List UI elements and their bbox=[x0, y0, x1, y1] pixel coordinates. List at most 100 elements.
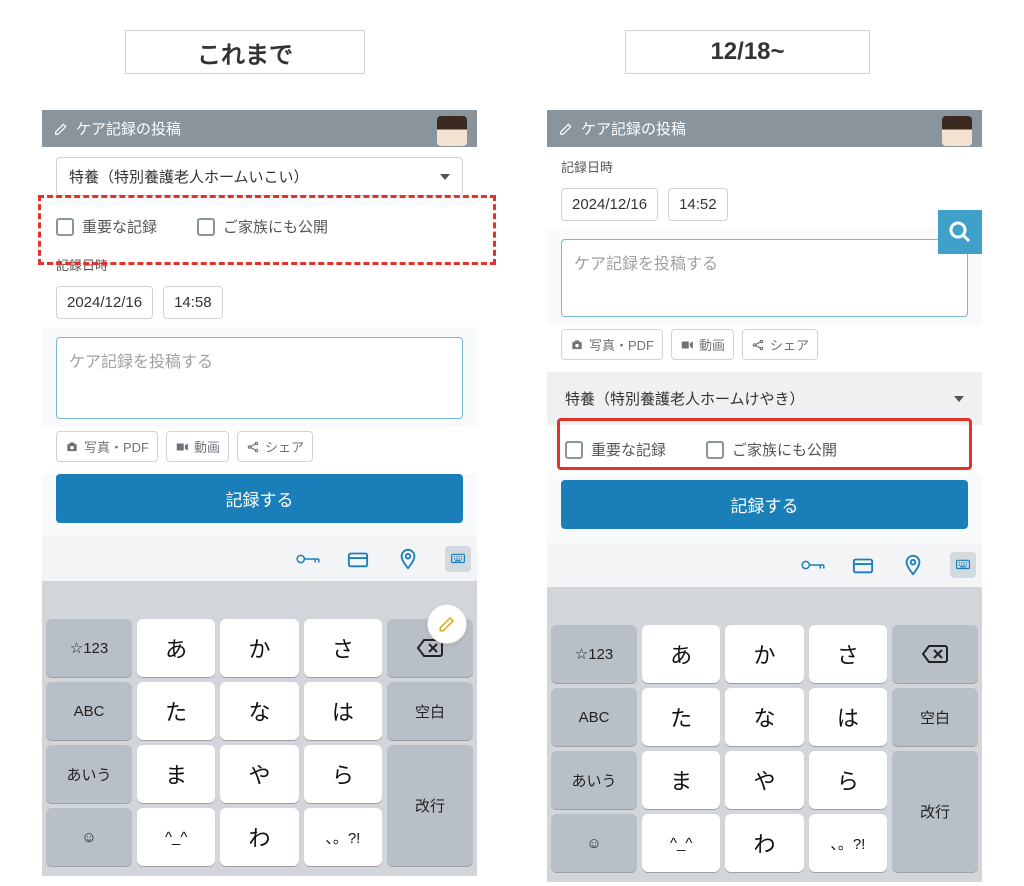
date-field[interactable]: 2024/12/16 bbox=[561, 188, 658, 221]
key[interactable]: ら bbox=[304, 745, 382, 803]
key[interactable]: は bbox=[304, 682, 382, 740]
key[interactable]: な bbox=[725, 688, 803, 746]
key-mode123[interactable]: ☆123 bbox=[46, 619, 132, 677]
time-field[interactable]: 14:58 bbox=[163, 286, 223, 319]
key[interactable]: さ bbox=[304, 619, 382, 677]
keyboard-icon[interactable] bbox=[950, 552, 976, 578]
checkbox-icon bbox=[565, 441, 583, 459]
share-icon bbox=[751, 338, 765, 352]
datetime-row: 記録日時 2024/12/16 14:52 bbox=[547, 147, 982, 229]
attach-video-button[interactable]: 動画 bbox=[671, 329, 734, 360]
phone-after: ケア記録の投稿 記録日時 2024/12/16 14:52 ケア記録を投稿する … bbox=[547, 110, 982, 882]
location-icon[interactable] bbox=[395, 546, 421, 572]
card-icon[interactable] bbox=[345, 546, 371, 572]
textarea-placeholder: ケア記録を投稿する bbox=[574, 256, 718, 273]
attach-video-label: 動画 bbox=[194, 437, 220, 456]
attach-share-label: シェア bbox=[770, 335, 809, 354]
camera-icon bbox=[570, 338, 584, 352]
key[interactable]: わ bbox=[725, 814, 803, 872]
header-title: ケア記録の投稿 bbox=[76, 118, 181, 139]
header-title: ケア記録の投稿 bbox=[581, 118, 686, 139]
soft-keyboard: ☆123 あ か さ ABC た な は 空白 あいう ま や ら 改行 ☺ ^… bbox=[42, 581, 477, 876]
attach-photo-button[interactable]: 写真・PDF bbox=[561, 329, 663, 360]
key[interactable]: や bbox=[220, 745, 298, 803]
submit-button[interactable]: 記録する bbox=[561, 480, 968, 529]
facility-label: 特養（特別養護老人ホームいこい） bbox=[69, 166, 309, 187]
key-return[interactable]: 改行 bbox=[892, 751, 978, 872]
key[interactable]: な bbox=[220, 682, 298, 740]
key-emoji[interactable]: ☺ bbox=[46, 808, 132, 866]
checkbox-importance-label: 重要な記録 bbox=[82, 216, 157, 237]
record-textarea[interactable]: ケア記録を投稿する bbox=[56, 337, 463, 419]
checkbox-icon bbox=[197, 218, 215, 236]
checkbox-icon bbox=[706, 441, 724, 459]
edit-fab[interactable] bbox=[427, 604, 467, 644]
key[interactable]: ま bbox=[137, 745, 215, 803]
attach-share-button[interactable]: シェア bbox=[742, 329, 818, 360]
key[interactable]: ^_^ bbox=[137, 808, 215, 866]
key[interactable]: た bbox=[642, 688, 720, 746]
facility-select[interactable]: 特養（特別養護老人ホームいこい） bbox=[56, 157, 463, 196]
app-header: ケア記録の投稿 bbox=[42, 110, 477, 147]
key[interactable]: 、。?! bbox=[809, 814, 887, 872]
title-after: 12/18~ bbox=[625, 30, 870, 74]
key-abc[interactable]: ABC bbox=[551, 688, 637, 746]
key-abc[interactable]: ABC bbox=[46, 682, 132, 740]
key[interactable]: ^_^ bbox=[642, 814, 720, 872]
facility-label: 特養（特別養護老人ホームけやき） bbox=[565, 388, 805, 409]
keyboard-icon[interactable] bbox=[445, 546, 471, 572]
checkbox-importance[interactable]: 重要な記録 bbox=[565, 439, 666, 460]
title-before: これまで bbox=[125, 30, 365, 74]
key[interactable]: 、。?! bbox=[304, 808, 382, 866]
attach-video-button[interactable]: 動画 bbox=[166, 431, 229, 462]
key-return[interactable]: 改行 bbox=[387, 745, 473, 866]
password-icon[interactable] bbox=[295, 546, 321, 572]
facility-select[interactable]: 特養（特別養護老人ホームけやき） bbox=[561, 382, 968, 415]
record-textarea[interactable]: ケア記録を投稿する bbox=[561, 239, 968, 317]
key[interactable]: あ bbox=[642, 625, 720, 683]
key[interactable]: は bbox=[809, 688, 887, 746]
textarea-placeholder: ケア記録を投稿する bbox=[69, 354, 213, 371]
video-icon bbox=[680, 338, 694, 352]
submit-button[interactable]: 記録する bbox=[56, 474, 463, 523]
key-space[interactable]: 空白 bbox=[387, 682, 473, 740]
datetime-label: 記録日時 bbox=[56, 255, 463, 274]
attach-share-button[interactable]: シェア bbox=[237, 431, 313, 462]
key[interactable]: ら bbox=[809, 751, 887, 809]
key-backspace[interactable] bbox=[892, 625, 978, 683]
key[interactable]: ま bbox=[642, 751, 720, 809]
checkbox-family[interactable]: ご家族にも公開 bbox=[197, 216, 328, 237]
attach-row: 写真・PDF 動画 シェア bbox=[42, 427, 477, 474]
key-space[interactable]: 空白 bbox=[892, 688, 978, 746]
key-kana[interactable]: あいう bbox=[46, 745, 132, 803]
app-header: ケア記録の投稿 bbox=[547, 110, 982, 147]
password-icon[interactable] bbox=[800, 552, 826, 578]
key[interactable]: か bbox=[725, 625, 803, 683]
key[interactable]: わ bbox=[220, 808, 298, 866]
search-button[interactable] bbox=[938, 210, 982, 254]
attach-photo-label: 写真・PDF bbox=[84, 437, 149, 456]
date-field[interactable]: 2024/12/16 bbox=[56, 286, 153, 319]
key[interactable]: あ bbox=[137, 619, 215, 677]
checkbox-family[interactable]: ご家族にも公開 bbox=[706, 439, 837, 460]
key-kana[interactable]: あいう bbox=[551, 751, 637, 809]
checkbox-importance-label: 重要な記録 bbox=[591, 439, 666, 460]
key[interactable]: や bbox=[725, 751, 803, 809]
location-icon[interactable] bbox=[900, 552, 926, 578]
card-icon[interactable] bbox=[850, 552, 876, 578]
key[interactable]: た bbox=[137, 682, 215, 740]
attach-video-label: 動画 bbox=[699, 335, 725, 354]
checkbox-importance[interactable]: 重要な記録 bbox=[56, 216, 157, 237]
key-emoji[interactable]: ☺ bbox=[551, 814, 637, 872]
attach-photo-button[interactable]: 写真・PDF bbox=[56, 431, 158, 462]
key-mode123[interactable]: ☆123 bbox=[551, 625, 637, 683]
key[interactable]: さ bbox=[809, 625, 887, 683]
datetime-label: 記録日時 bbox=[561, 157, 968, 176]
avatar[interactable] bbox=[942, 116, 972, 146]
attach-row: 写真・PDF 動画 シェア bbox=[547, 325, 982, 372]
avatar[interactable] bbox=[437, 116, 467, 146]
key[interactable]: か bbox=[220, 619, 298, 677]
edit-icon bbox=[54, 122, 68, 136]
edit-icon bbox=[559, 122, 573, 136]
time-field[interactable]: 14:52 bbox=[668, 188, 728, 221]
